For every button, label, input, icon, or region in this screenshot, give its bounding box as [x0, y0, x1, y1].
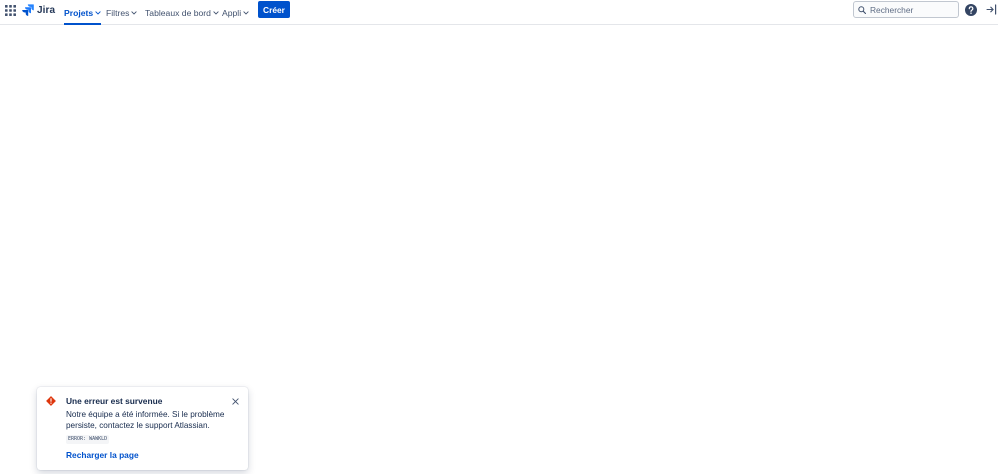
chevron-down-icon: [213, 10, 219, 15]
nav-tableaux-de-bord-label: Tableaux de bord: [145, 7, 211, 18]
error-flag-title: Une erreur est survenue: [66, 396, 163, 406]
jira-logo-text: Jira: [37, 4, 56, 16]
nav-filtres-label: Filtres: [106, 7, 130, 18]
app-switcher-icon[interactable]: [5, 5, 16, 16]
nav-projets[interactable]: Projets: [64, 0, 102, 25]
jira-logo-icon: [22, 4, 34, 16]
create-button[interactable]: Créer: [258, 1, 290, 18]
chevron-down-icon: [243, 10, 249, 15]
nav-tableaux-de-bord[interactable]: Tableaux de bord: [145, 0, 219, 25]
error-flag: Une erreur est survenue Notre équipe a é…: [37, 387, 248, 470]
search-box[interactable]: [853, 1, 959, 18]
jira-logo[interactable]: Jira: [22, 3, 55, 17]
search-input[interactable]: [870, 4, 955, 15]
error-flag-message: Notre équipe a été informée. Si le probl…: [66, 410, 225, 430]
help-icon[interactable]: [965, 4, 977, 16]
top-navigation-bar: Jira Projets Filtres Tableaux de bord Ap…: [0, 0, 998, 25]
chevron-down-icon: [95, 10, 101, 15]
nav-projets-label: Projets: [64, 7, 94, 18]
nav-filtres[interactable]: Filtres: [106, 0, 138, 25]
error-icon: [46, 396, 56, 406]
nav-appli[interactable]: Appli: [222, 0, 249, 25]
nav-appli-label: Appli: [222, 7, 242, 18]
error-code: ERROR: WAWKLD: [66, 435, 110, 444]
sign-in-icon[interactable]: [986, 4, 997, 15]
close-icon[interactable]: [232, 398, 239, 405]
reload-page-link[interactable]: Recharger la page: [66, 450, 139, 460]
chevron-down-icon: [131, 10, 138, 15]
search-icon: [858, 5, 866, 14]
